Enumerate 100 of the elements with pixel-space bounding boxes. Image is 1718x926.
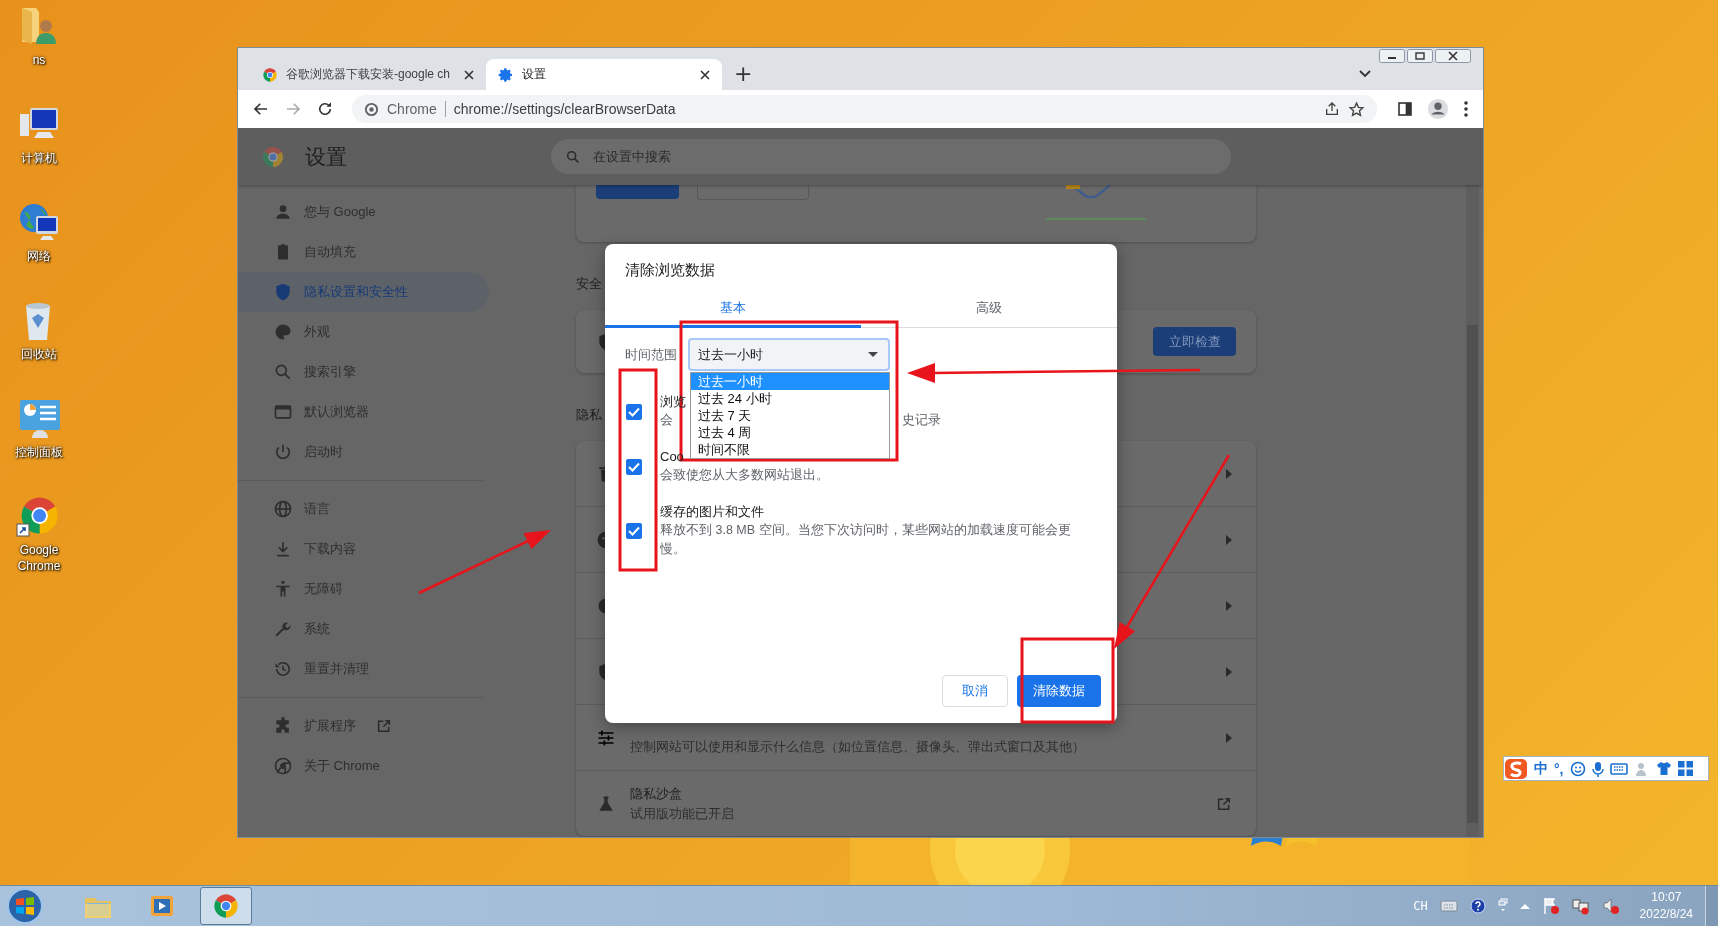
start-button[interactable] bbox=[6, 887, 44, 925]
new-tab-button[interactable]: + bbox=[730, 62, 757, 86]
option-description: 会致使您从大多数网站退出。 bbox=[660, 467, 829, 484]
network-error-icon[interactable] bbox=[1571, 897, 1590, 915]
globe-icon bbox=[273, 499, 293, 519]
search-field[interactable]: 在设置中搜索 bbox=[551, 139, 1231, 174]
dropdown-option[interactable]: 过去一小时 bbox=[691, 373, 889, 390]
browser-logo-icon bbox=[273, 756, 293, 776]
checkbox[interactable] bbox=[626, 523, 642, 539]
shirt-icon[interactable] bbox=[1655, 761, 1672, 776]
keyboard-icon[interactable] bbox=[1439, 900, 1458, 912]
browser-logo-icon bbox=[261, 144, 285, 169]
star-icon[interactable] bbox=[1348, 100, 1365, 118]
palette-icon bbox=[273, 322, 293, 342]
chevron-down-icon[interactable] bbox=[1359, 70, 1371, 78]
back-arrow-icon[interactable] bbox=[252, 100, 270, 118]
close-icon[interactable] bbox=[700, 69, 710, 80]
url-text: chrome://settings/clearBrowserData bbox=[453, 101, 676, 117]
wrench-icon bbox=[273, 619, 293, 639]
clock-date[interactable]: 2022/8/24 bbox=[1639, 906, 1693, 923]
check-now-button[interactable]: 立即检查 bbox=[1153, 327, 1236, 356]
browser-logo-icon bbox=[262, 66, 278, 83]
minimize-icon[interactable] bbox=[1379, 49, 1405, 63]
chevron-right-icon[interactable] bbox=[1226, 600, 1232, 611]
address-bar[interactable]: Chrome chrome://settings/clearBrowserData bbox=[352, 95, 1377, 123]
shield-icon bbox=[273, 282, 293, 302]
language-indicator[interactable]: CH bbox=[1413, 899, 1428, 913]
browser-tab[interactable]: 谷歌浏览器下载安装-google ch bbox=[250, 59, 486, 90]
person-icon bbox=[273, 202, 293, 222]
section-label: 安全 bbox=[576, 275, 602, 293]
window-switch-icon[interactable] bbox=[1497, 898, 1508, 914]
dialog-tab[interactable]: 基本 bbox=[605, 290, 861, 328]
side-panel-icon[interactable] bbox=[1397, 101, 1413, 117]
dropdown-option[interactable]: 过去 7 天 bbox=[691, 407, 889, 424]
help-icon[interactable] bbox=[1469, 898, 1486, 914]
browser-logo-icon bbox=[364, 101, 379, 117]
dropdown-option[interactable]: 过去 24 小时 bbox=[691, 390, 889, 407]
option-description: 会 bbox=[660, 412, 673, 429]
search-icon bbox=[565, 149, 581, 165]
sidebar-item[interactable]: 您与 Google bbox=[238, 192, 489, 232]
close-icon[interactable] bbox=[464, 69, 474, 80]
checkbox[interactable] bbox=[626, 403, 642, 420]
chevron-right-icon[interactable] bbox=[1226, 534, 1232, 545]
chevron-right-icon[interactable] bbox=[1226, 732, 1232, 743]
field-label: 时间范围 bbox=[625, 345, 678, 364]
dialog-title: 清除浏览数据 bbox=[625, 261, 716, 280]
gear-icon bbox=[498, 66, 514, 83]
option-description: 释放不到 3.8 MB 空间。当您下次访问时，某些网站的加载速度可能会更慢。 bbox=[660, 522, 1072, 558]
caret-icon bbox=[868, 352, 878, 357]
scrollbar[interactable] bbox=[1466, 185, 1479, 837]
browser-window-icon bbox=[273, 402, 293, 422]
speaker-muted-icon[interactable] bbox=[1601, 897, 1620, 915]
browser-logo-icon[interactable] bbox=[200, 887, 252, 925]
shortcut-label[interactable]: 网络 bbox=[7, 248, 71, 264]
chevron-right-icon[interactable] bbox=[1226, 468, 1232, 479]
cancel-button[interactable]: 取消 bbox=[942, 675, 1008, 707]
row-title: 隐私沙盒 bbox=[630, 784, 683, 803]
forward-arrow-icon[interactable] bbox=[284, 100, 302, 118]
shortcut-label[interactable]: ns bbox=[7, 52, 71, 68]
option-title: 缓存的图片和文件 bbox=[660, 503, 764, 521]
shortcut-label[interactable]: Google Chrome bbox=[7, 542, 71, 574]
dropdown-option[interactable]: 过去 4 周 bbox=[691, 424, 889, 441]
site-label: Chrome bbox=[387, 101, 437, 117]
keyboard-icon[interactable] bbox=[1609, 762, 1628, 775]
tray-expand-icon[interactable] bbox=[1519, 903, 1530, 909]
grid-icon[interactable] bbox=[1677, 761, 1693, 776]
chevron-right-icon[interactable] bbox=[1226, 666, 1232, 677]
clear-data-button[interactable]: 清除数据 bbox=[1017, 675, 1101, 707]
search-icon bbox=[273, 362, 293, 382]
reload-icon[interactable] bbox=[316, 100, 334, 118]
power-icon bbox=[273, 442, 293, 462]
restore-icon[interactable] bbox=[1407, 49, 1433, 63]
sidebar-item[interactable]: 隐私设置和安全性 bbox=[238, 272, 489, 312]
input-mode-toggle[interactable]: 中 bbox=[1534, 759, 1548, 778]
punctuation-toggle[interactable]: °, bbox=[1554, 760, 1564, 777]
close-icon[interactable] bbox=[1435, 49, 1471, 63]
tab-title: 谷歌浏览器下载安装-google ch bbox=[286, 66, 452, 83]
menu-icon[interactable] bbox=[1463, 100, 1469, 118]
s-logo-icon[interactable] bbox=[1504, 757, 1528, 780]
dropdown-option[interactable]: 时间不限 bbox=[691, 441, 889, 458]
shortcut-label[interactable]: 回收站 bbox=[7, 346, 71, 362]
section-label: 隐私 bbox=[576, 406, 602, 424]
history-icon bbox=[273, 659, 293, 679]
microphone-icon[interactable] bbox=[1591, 760, 1604, 777]
page-title: 设置 bbox=[305, 143, 348, 170]
smiley-icon[interactable] bbox=[1569, 760, 1586, 777]
time-range-dropdown[interactable]: 过去一小时 bbox=[688, 338, 890, 371]
browser-tab[interactable]: 设置 bbox=[486, 59, 722, 90]
checkbox[interactable] bbox=[626, 458, 642, 475]
dialog-tab[interactable]: 高级 bbox=[861, 290, 1117, 328]
profile-icon[interactable] bbox=[1427, 98, 1449, 120]
shortcut-label[interactable]: 控制面板 bbox=[7, 444, 71, 460]
accessibility-icon bbox=[273, 579, 293, 599]
flag-error-icon[interactable] bbox=[1541, 897, 1560, 915]
external-link-icon[interactable] bbox=[1216, 795, 1232, 812]
share-icon[interactable] bbox=[1324, 101, 1340, 117]
clock-time[interactable]: 10:07 bbox=[1651, 889, 1682, 906]
option-description: 史记录 bbox=[902, 412, 941, 429]
tab-title: 设置 bbox=[522, 66, 547, 83]
shortcut-label[interactable]: 计算机 bbox=[7, 150, 71, 166]
